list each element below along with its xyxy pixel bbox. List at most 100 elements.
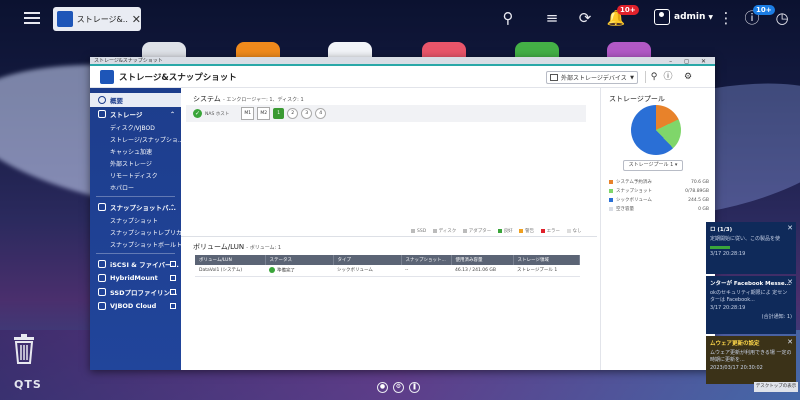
- sidebar-item-snapshot-replica[interactable]: スナップショットレプリカ: [90, 226, 183, 238]
- divider: [645, 71, 646, 83]
- pool-legend-item: シックボリューム 244.5 GB: [609, 197, 709, 203]
- notification-card[interactable]: ✕ ンターが Facebook Messe... okのセキュリティ期限によ 定…: [706, 276, 796, 334]
- tab-label: ストレージ&...: [76, 14, 128, 24]
- notification-title: ムウェア更新の設定: [710, 341, 760, 347]
- sidebar-item-label: ストレージ: [110, 111, 143, 119]
- search-icon[interactable]: ⚲: [498, 8, 518, 28]
- disk-slot[interactable]: 2: [287, 108, 299, 119]
- table-header-row: ボリューム/LUN ステータス タイプ スナップショット... 使用済み容量 ス…: [195, 255, 580, 265]
- cloud-icon: [98, 302, 106, 310]
- pool-legend-item: システム予約済み 70.6 GB: [609, 179, 709, 185]
- user-menu[interactable]: admin ▼: [654, 9, 713, 25]
- notification-title: ロ (1/3): [710, 227, 733, 233]
- m2-slot[interactable]: M1: [241, 107, 255, 120]
- legend-item: 良好: [497, 228, 513, 234]
- gear-icon[interactable]: ⚙: [682, 71, 694, 83]
- notification-time: 2023/03/17 20:30:02: [710, 365, 763, 371]
- sidebar-item-ssd-profiling[interactable]: SSDプロファイリン...: [90, 285, 181, 299]
- sidebar-item-label: スナップショットボールト: [110, 241, 183, 249]
- system-subtitle: - エンクロージャー: 1、ディスク: 1: [223, 97, 304, 103]
- m2-slot[interactable]: M2: [257, 107, 271, 120]
- volume-snapshot: --: [401, 265, 451, 277]
- dashboard-icon[interactable]: ◷: [772, 8, 792, 28]
- top-bar: ストレージ&... ✕ ⚲ ≡ ⟳ 🔔 10+ admin ▼ ⋮ ⓘ 10+ …: [0, 0, 800, 36]
- sidebar-item-storage[interactable]: ストレージ ⌃: [90, 107, 181, 121]
- volume-subtitle: - ボリューム: 1: [246, 245, 281, 251]
- volume-table: ボリューム/LUN ステータス タイプ スナップショット... 使用済み容量 ス…: [195, 255, 580, 277]
- window-title: ストレージ&スナップショット: [119, 72, 237, 83]
- sidebar-item-overview[interactable]: 概要: [90, 93, 181, 107]
- sidebar-item-label: スナップショットレプリカ: [110, 229, 183, 237]
- column-header[interactable]: ボリューム/LUN: [195, 255, 266, 265]
- sidebar-item-hybridmount[interactable]: HybridMount: [90, 271, 181, 285]
- close-icon[interactable]: ✕: [132, 13, 141, 26]
- sidebar-item-label: HybridMount: [110, 274, 158, 282]
- sidebar-item-cache[interactable]: キャッシュ加速: [90, 145, 181, 157]
- notification-card[interactable]: ✕ ロ (1/3) 定期開始に従い、この製品を使 3/17 20:28:19: [706, 222, 796, 274]
- close-icon[interactable]: ✕: [787, 338, 793, 346]
- sidebar-item-label: 概要: [110, 97, 123, 105]
- notification-time: 3/17 20:28:19: [710, 305, 746, 311]
- sidebar-item-storage-snapshots[interactable]: ストレージ/スナップショ...: [90, 133, 184, 145]
- progress-bar: [710, 246, 730, 249]
- column-header[interactable]: 使用済み容量: [451, 255, 514, 265]
- external-devices-label: 外部ストレージデバイス: [561, 75, 627, 82]
- chat-icon[interactable]: ●: [377, 382, 388, 393]
- sidebar-item-external-storage[interactable]: 外部ストレージ: [90, 157, 181, 169]
- table-row[interactable]: DataVol1 (システム) 準備完了 シックボリューム -- 46.13 /…: [195, 265, 580, 277]
- pool-title: ストレージプール: [609, 95, 665, 103]
- window-titlebar[interactable]: ストレージ&スナップショット – ◻ ✕: [90, 57, 715, 66]
- sidebar-item-label: ディスク/VJBOD: [110, 124, 155, 132]
- window-titlebar-text: ストレージ&スナップショット: [94, 58, 163, 64]
- notification-badge: 10+: [617, 5, 639, 15]
- volume-status: 準備完了: [265, 265, 333, 277]
- disk-slot[interactable]: 3: [301, 108, 313, 119]
- background-tasks-icon[interactable]: ≡: [542, 8, 562, 28]
- close-icon[interactable]: ✕: [787, 224, 793, 232]
- disk-slot[interactable]: 4: [315, 108, 327, 119]
- legend-item: SSD: [411, 228, 426, 234]
- sidebar-item-disks[interactable]: ディスク/VJBOD: [90, 121, 181, 133]
- volume-section-title: ボリューム/LUN - ボリューム: 1: [193, 242, 281, 252]
- show-desktop-button[interactable]: デスクトップの表示: [754, 382, 798, 392]
- menu-icon[interactable]: [24, 9, 40, 25]
- app-tab-storage[interactable]: ストレージ&... ✕: [53, 7, 141, 31]
- notification-time: 3/17 20:28:19: [710, 251, 746, 257]
- column-header[interactable]: ステータス: [265, 255, 334, 265]
- disk-slot[interactable]: 1: [273, 108, 285, 119]
- sync-icon[interactable]: ⟳: [575, 8, 595, 28]
- avatar: [654, 9, 670, 25]
- window-controls[interactable]: – ◻ ✕: [669, 57, 711, 66]
- sidebar-item-remote-disk[interactable]: リモートディスク: [90, 169, 181, 181]
- external-devices-select[interactable]: 外部ストレージデバイス ▼: [546, 71, 638, 84]
- volume-type: シックボリューム: [333, 265, 401, 277]
- sidebar-item-iscsi[interactable]: iSCSI & ファイバー...: [90, 257, 181, 271]
- sidebar-item-snapshot-backup[interactable]: スナップショットバ... ⌃: [90, 200, 181, 214]
- search-icon[interactable]: ⚲: [648, 71, 660, 83]
- close-icon[interactable]: ✕: [787, 278, 793, 286]
- tools-icon[interactable]: ⚙: [393, 382, 404, 393]
- sidebar-item-label: 外部ストレージ: [110, 160, 152, 168]
- column-header[interactable]: タイプ: [333, 255, 402, 265]
- sidebar-item-hbr[interactable]: ホパロー: [90, 181, 181, 193]
- sidebar-item-snapshot[interactable]: スナップショット: [90, 214, 181, 226]
- help-icon[interactable]: ⓘ: [662, 71, 674, 83]
- window-header: ストレージ&スナップショット 外部ストレージデバイス ▼ ⚲ ⓘ ⚙: [90, 66, 715, 88]
- notification-card[interactable]: ✕ ムウェア更新の設定 ムウェア更新が利用できる場 一定の時期に更新を... 2…: [706, 336, 796, 384]
- column-header[interactable]: ストレージ領域: [513, 255, 580, 265]
- pool-select[interactable]: ストレージプール 1 ▾: [623, 160, 683, 171]
- sidebar-item-label: VJBOD Cloud: [110, 302, 157, 310]
- storage-app-icon: [100, 69, 114, 84]
- notification-body: ムウェア更新が利用できる場 一定の時期に更新を...: [710, 350, 792, 363]
- column-header[interactable]: スナップショット...: [401, 255, 452, 265]
- more-icon[interactable]: ⋮: [716, 8, 736, 28]
- sidebar-item-vjbod-cloud[interactable]: VJBOD Cloud: [90, 299, 181, 313]
- external-link-icon: [170, 303, 176, 309]
- sidebar-item-snapshot-vault[interactable]: スナップショットボールト: [90, 238, 183, 250]
- check-icon: ✓: [193, 109, 202, 118]
- recycle-bin-icon[interactable]: [12, 334, 36, 364]
- storage-window: ストレージ&スナップショット – ◻ ✕ ストレージ&スナップショット 外部スト…: [90, 57, 715, 370]
- divider: [96, 253, 175, 254]
- volume-name: DataVol1 (システム): [195, 265, 265, 277]
- pause-icon[interactable]: ❚: [409, 382, 420, 393]
